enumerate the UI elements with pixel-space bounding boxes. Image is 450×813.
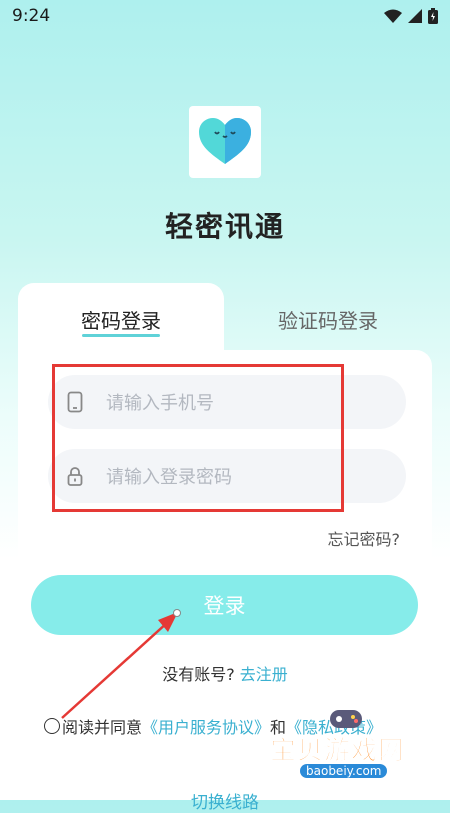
- register-link[interactable]: 去注册: [240, 665, 288, 684]
- tab-code-login[interactable]: 验证码登录: [224, 305, 432, 334]
- signal-icon: [408, 9, 422, 23]
- app-logo: [189, 106, 261, 178]
- wifi-icon: [384, 9, 402, 23]
- agreement-checkbox[interactable]: [44, 718, 60, 734]
- phone-field: [48, 375, 406, 431]
- register-prompt: 没有账号?: [162, 665, 235, 684]
- agreement-prefix: 阅读并同意: [62, 718, 143, 737]
- battery-icon: [428, 8, 438, 24]
- active-tab-indicator: [82, 334, 160, 337]
- watermark-url: baobeiy.com: [300, 764, 388, 778]
- tab-password-login[interactable]: 密码登录: [18, 305, 224, 334]
- heart-logo-icon: [199, 118, 251, 164]
- phone-input[interactable]: [104, 375, 398, 431]
- phone-icon: [67, 391, 83, 413]
- login-button[interactable]: 登录: [31, 575, 418, 635]
- watermark-name: 宝贝游戏网: [270, 736, 406, 767]
- user-agreement-link[interactable]: 《用户服务协议》: [142, 714, 270, 738]
- gamepad-icon: [330, 710, 362, 728]
- status-time: 9:24: [12, 6, 51, 26]
- register-row: 没有账号? 去注册: [0, 661, 450, 685]
- switch-line-link[interactable]: 切换线路: [0, 788, 450, 813]
- app-title: 轻密讯通: [164, 210, 285, 243]
- status-icons: [384, 8, 438, 24]
- password-input[interactable]: [104, 449, 398, 505]
- forgot-password-link[interactable]: 忘记密码?: [328, 526, 401, 550]
- watermark: 宝贝游戏网 baobeiy.com: [270, 700, 420, 788]
- lock-icon: [67, 467, 83, 486]
- password-field: [48, 449, 406, 505]
- status-bar: 9:24: [0, 0, 450, 34]
